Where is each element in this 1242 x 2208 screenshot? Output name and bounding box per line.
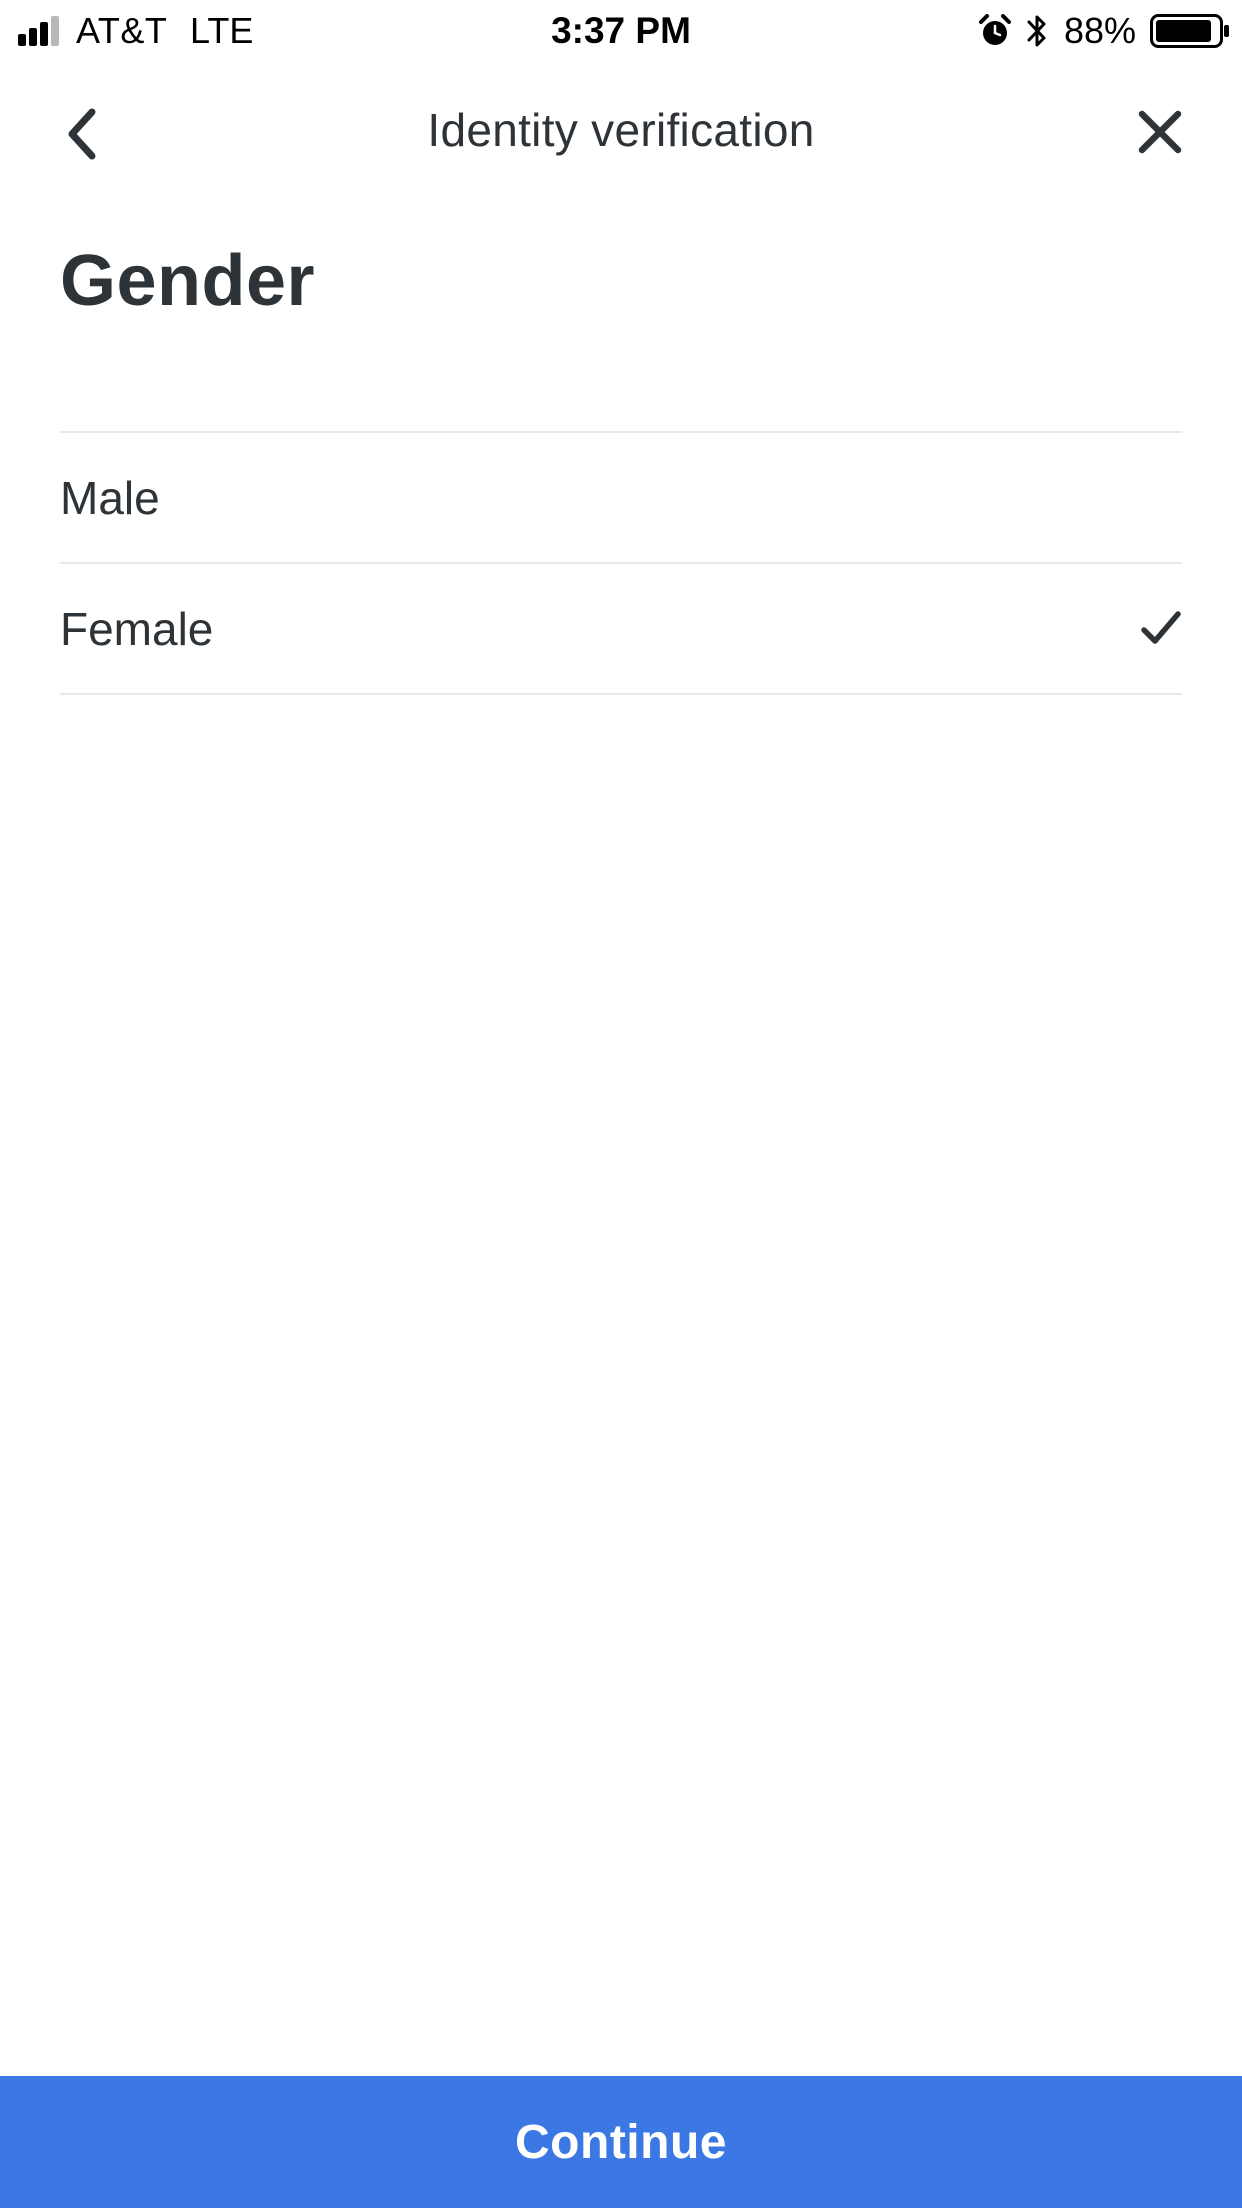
alarm-icon bbox=[979, 14, 1011, 45]
nav-title: Identity verification bbox=[427, 104, 815, 156]
option-label: Female bbox=[60, 603, 214, 655]
option-label: Male bbox=[60, 472, 160, 524]
identity-verification-screen: AT&T LTE 3:37 PM 88% Identity verificati… bbox=[0, 0, 1242, 2208]
close-button[interactable] bbox=[1122, 94, 1198, 170]
bluetooth-icon bbox=[1027, 15, 1046, 47]
checkmark-icon bbox=[1141, 611, 1181, 644]
option-male[interactable]: Male bbox=[60, 433, 1182, 564]
continue-button[interactable]: Continue bbox=[0, 2076, 1242, 2208]
page-title: Gender bbox=[60, 241, 316, 321]
status-time: 3:37 PM bbox=[551, 10, 691, 51]
close-icon bbox=[1138, 110, 1182, 154]
gender-options-list: Male Female bbox=[60, 431, 1182, 695]
battery-percentage: 88% bbox=[1064, 10, 1137, 51]
status-bar: AT&T LTE 3:37 PM 88% bbox=[0, 0, 1242, 62]
option-female[interactable]: Female bbox=[60, 564, 1182, 695]
battery-icon bbox=[1150, 14, 1229, 48]
navigation-bar: Identity verification bbox=[0, 62, 1242, 192]
